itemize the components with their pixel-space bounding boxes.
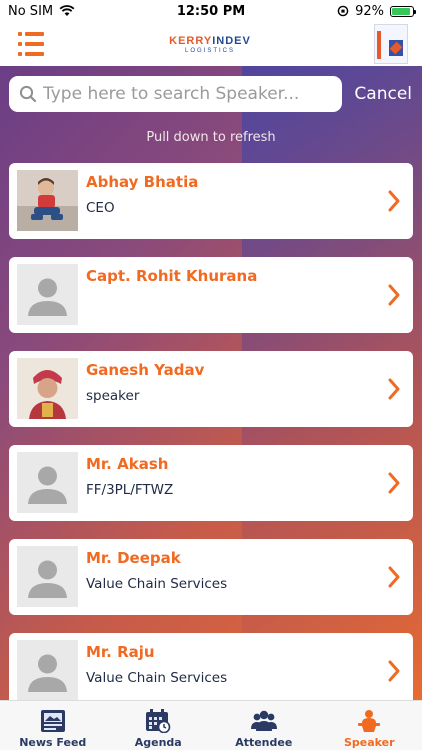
speaker-name: Ganesh Yadav [86, 361, 205, 379]
bottom-tab-bar: News Feed Agenda Attendee Speaker [0, 700, 422, 750]
search-row: Cancel [9, 76, 412, 112]
group-icon [250, 710, 277, 731]
speaker-photo [17, 170, 78, 231]
tab-agenda[interactable]: Agenda [106, 701, 212, 750]
speaker-podium-icon [358, 710, 381, 732]
speaker-role: Value Chain Services [86, 670, 228, 686]
speaker-name: Mr. Deepak [86, 549, 181, 567]
carrier-label: No SIM [8, 3, 54, 19]
speaker-role: speaker [86, 388, 140, 404]
speaker-name: Mr. Akash [86, 455, 169, 473]
speaker-list: Abhay Bhatia CEO Capt. Rohit Khurana Gan… [9, 163, 413, 700]
chevron-right-icon [388, 660, 400, 682]
tab-label: Agenda [134, 736, 182, 749]
speaker-list-area[interactable]: Cancel Pull down to refresh Abhay Bhatia [0, 66, 422, 700]
speaker-name: Mr. Raju [86, 643, 155, 661]
speaker-card[interactable]: Mr. Deepak Value Chain Services [9, 539, 413, 615]
speaker-card[interactable]: Mr. Akash FF/3PL/FTWZ [9, 445, 413, 521]
tab-label: Speaker [343, 736, 395, 749]
logo-subtitle: LOGISTICS [184, 47, 235, 54]
tab-news-feed[interactable]: News Feed [0, 701, 106, 750]
speaker-role: Value Chain Services [86, 576, 228, 592]
calendar-icon [146, 709, 171, 733]
avatar-placeholder-icon [17, 452, 78, 513]
newspaper-icon [40, 710, 65, 732]
speaker-name: Abhay Bhatia [86, 173, 199, 191]
chevron-right-icon [388, 190, 400, 212]
cancel-button[interactable]: Cancel [354, 84, 412, 104]
speaker-card[interactable]: Abhay Bhatia CEO [9, 163, 413, 239]
avatar-placeholder-icon [17, 546, 78, 607]
tab-attendee[interactable]: Attendee [211, 701, 317, 750]
speaker-card[interactable]: Mr. Raju Value Chain Services [9, 633, 413, 700]
company-logo: KERRYINDEV LOGISTICS [169, 35, 251, 54]
speaker-card[interactable]: Ganesh Yadav speaker [9, 351, 413, 427]
search-input[interactable] [43, 84, 333, 104]
avatar-placeholder-icon [17, 264, 78, 325]
battery-percent: 92% [355, 3, 384, 19]
app-header: KERRYINDEV LOGISTICS [0, 22, 422, 66]
tab-speaker[interactable]: Speaker [317, 701, 422, 750]
wifi-icon [59, 5, 75, 16]
orientation-lock-icon [337, 5, 349, 17]
chevron-right-icon [388, 472, 400, 494]
chevron-right-icon [388, 566, 400, 588]
battery-icon [390, 5, 416, 17]
tab-label: News Feed [19, 736, 87, 749]
event-badge-logo[interactable] [373, 24, 408, 64]
search-icon [19, 85, 37, 103]
logo-brand-a: KERRY [169, 34, 213, 47]
logo-brand-b: INDEV [212, 34, 251, 47]
chevron-right-icon [388, 284, 400, 306]
speaker-card[interactable]: Capt. Rohit Khurana [9, 257, 413, 333]
speaker-photo [17, 358, 78, 419]
avatar-placeholder-icon [17, 640, 78, 700]
chevron-right-icon [388, 378, 400, 400]
tab-label: Attendee [235, 736, 293, 749]
search-box[interactable] [9, 76, 343, 112]
speaker-role: FF/3PL/FTWZ [86, 482, 174, 498]
status-bar: No SIM 12:50 PM 92% [0, 0, 422, 22]
speaker-name: Capt. Rohit Khurana [86, 267, 258, 285]
speaker-role: CEO [86, 200, 115, 216]
pull-to-refresh-hint: Pull down to refresh [146, 130, 276, 145]
menu-icon[interactable] [18, 32, 46, 56]
